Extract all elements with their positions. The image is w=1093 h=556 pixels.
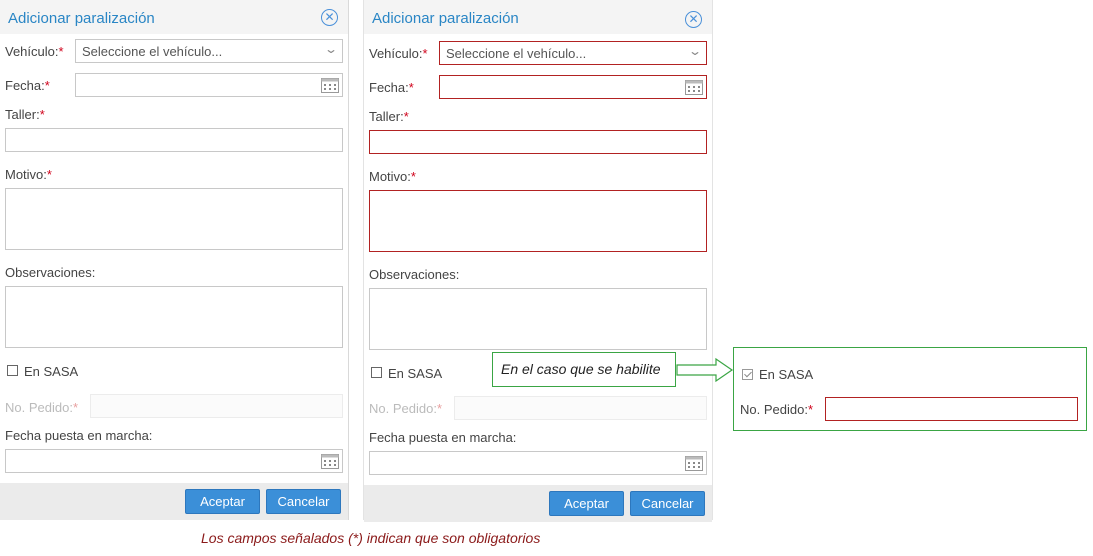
workshop-label: Taller:*: [369, 109, 409, 124]
calendar-icon[interactable]: [685, 79, 703, 95]
required-mark: *: [72, 400, 78, 415]
order-input[interactable]: [825, 397, 1078, 421]
startup-date-label: Fecha puesta en marcha:: [5, 428, 153, 443]
reason-label: Motivo:*: [5, 167, 52, 182]
vehicle-select[interactable]: Seleccione el vehículo... ⌄: [439, 41, 707, 65]
sasa-checkbox[interactable]: [371, 367, 382, 378]
order-input-disabled: [90, 394, 343, 418]
calendar-icon[interactable]: [685, 455, 703, 471]
observations-label: Observaciones:: [369, 267, 460, 282]
arrow-right-icon: [676, 357, 734, 383]
order-label: No. Pedido:*: [5, 400, 78, 415]
close-icon[interactable]: ✕: [685, 11, 702, 28]
dialog-title: Adicionar paralización: [8, 10, 155, 27]
required-mark: *: [408, 80, 414, 95]
required-mark: *: [436, 401, 442, 416]
sasa-label: En SASA: [759, 367, 814, 382]
reason-textarea[interactable]: [5, 188, 343, 250]
accept-button[interactable]: Aceptar: [185, 489, 260, 514]
vehicle-label: Vehículo:*: [369, 46, 428, 61]
add-stoppage-dialog-validation: Adicionar paralización ✕ Vehículo:* Sele…: [363, 0, 713, 522]
observations-textarea[interactable]: [369, 288, 707, 350]
workshop-label: Taller:*: [5, 107, 45, 122]
vehicle-select[interactable]: Seleccione el vehículo... ⌄: [75, 39, 343, 63]
dialog-title: Adicionar paralización: [372, 10, 519, 27]
enabled-sasa-example: En SASA No. Pedido:*: [733, 347, 1087, 431]
reason-label: Motivo:*: [369, 169, 416, 184]
workshop-input[interactable]: [369, 130, 707, 154]
close-icon[interactable]: ✕: [321, 9, 338, 26]
required-mark: *: [410, 169, 416, 184]
required-mark: *: [807, 402, 813, 417]
vehicle-label: Vehículo:*: [5, 44, 64, 59]
dialog-header: Adicionar paralización ✕: [364, 0, 712, 34]
cancel-button[interactable]: Cancelar: [266, 489, 341, 514]
dialog-header: Adicionar paralización ✕: [0, 0, 348, 34]
add-stoppage-dialog-default: Adicionar paralización ✕ Vehículo:* Sele…: [0, 0, 349, 520]
required-mark: *: [44, 78, 50, 93]
observations-textarea[interactable]: [5, 286, 343, 348]
startup-date-field[interactable]: [369, 451, 707, 475]
required-fields-note: Los campos señalados (*) indican que son…: [201, 530, 541, 546]
startup-date-label: Fecha puesta en marcha:: [369, 430, 517, 445]
sasa-label: En SASA: [24, 364, 79, 379]
vehicle-select-placeholder: Seleccione el vehículo...: [446, 46, 587, 61]
required-mark: *: [58, 44, 64, 59]
calendar-icon[interactable]: [321, 77, 339, 93]
chevron-down-icon: ⌄: [323, 42, 339, 56]
date-label: Fecha:*: [369, 80, 414, 95]
reason-textarea[interactable]: [369, 190, 707, 252]
dialog-footer: Aceptar Cancelar: [0, 483, 348, 520]
sasa-checkbox-checked[interactable]: [742, 369, 753, 380]
required-mark: *: [46, 167, 52, 182]
required-mark: *: [422, 46, 428, 61]
chevron-down-icon: ⌄: [687, 44, 703, 58]
date-field[interactable]: [439, 75, 707, 99]
date-label: Fecha:*: [5, 78, 50, 93]
calendar-icon[interactable]: [321, 453, 339, 469]
cancel-button[interactable]: Cancelar: [630, 491, 705, 516]
sasa-label: En SASA: [388, 366, 443, 381]
order-label: No. Pedido:*: [740, 402, 813, 417]
observations-label: Observaciones:: [5, 265, 96, 280]
dialog-footer: Aceptar Cancelar: [364, 485, 712, 522]
vehicle-select-placeholder: Seleccione el vehículo...: [82, 44, 223, 59]
accept-button[interactable]: Aceptar: [549, 491, 624, 516]
required-mark: *: [39, 107, 45, 122]
sasa-checkbox[interactable]: [7, 365, 18, 376]
order-label: No. Pedido:*: [369, 401, 442, 416]
startup-date-field[interactable]: [5, 449, 343, 473]
workshop-input[interactable]: [5, 128, 343, 152]
required-mark: *: [403, 109, 409, 124]
order-input-disabled: [454, 396, 707, 420]
annotation-callout: En el caso que se habilite: [492, 352, 676, 387]
date-field[interactable]: [75, 73, 343, 97]
